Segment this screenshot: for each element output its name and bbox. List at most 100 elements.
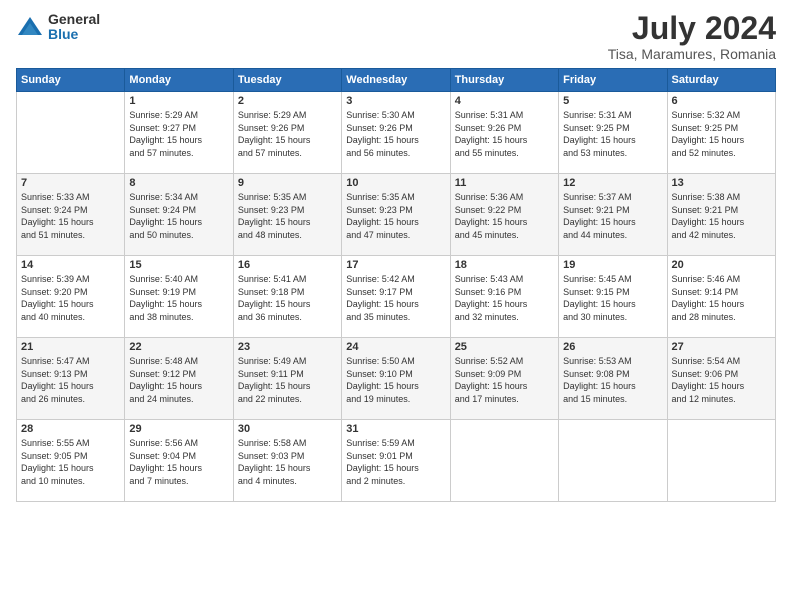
logo-general: General [48, 11, 100, 27]
day-info: Sunrise: 5:33 AM Sunset: 9:24 PM Dayligh… [21, 191, 120, 241]
day-number: 28 [21, 423, 120, 435]
day-number: 18 [455, 259, 554, 271]
calendar-week-row: 1 Sunrise: 5:29 AM Sunset: 9:27 PM Daylig… [17, 92, 776, 174]
day-number: 30 [238, 423, 337, 435]
day-info: Sunrise: 5:31 AM Sunset: 9:26 PM Dayligh… [455, 109, 554, 159]
header: General Blue July 2024 Tisa, Maramures, … [16, 12, 776, 62]
col-tuesday: Tuesday [233, 69, 341, 92]
table-row: 14 Sunrise: 5:39 AM Sunset: 9:20 PM Dayli… [17, 256, 125, 338]
day-info: Sunrise: 5:55 AM Sunset: 9:05 PM Dayligh… [21, 437, 120, 487]
table-row: 20Sunrise: 5:46 AM Sunset: 9:14 PM Dayli… [667, 256, 775, 338]
day-info: Sunrise: 5:52 AM Sunset: 9:09 PM Dayligh… [455, 355, 554, 405]
table-row: 25 Sunrise: 5:52 AM Sunset: 9:09 PM Dayli… [450, 338, 558, 420]
day-info: Sunrise: 5:43 AM Sunset: 9:16 PM Dayligh… [455, 273, 554, 323]
day-info: Sunrise: 5:41 AM Sunset: 9:18 PM Dayligh… [238, 273, 337, 323]
day-number: 26 [563, 341, 662, 353]
day-info: Sunrise: 5:45 AM Sunset: 9:15 PM Dayligh… [563, 273, 662, 323]
day-number: 12 [563, 177, 662, 189]
day-number: 16 [238, 259, 337, 271]
day-number: 5 [563, 95, 662, 107]
day-info: Sunrise: 5:35 AM Sunset: 9:23 PM Dayligh… [238, 191, 337, 241]
day-number: 9 [238, 177, 337, 189]
month-year-title: July 2024 [608, 12, 776, 44]
table-row: 28 Sunrise: 5:55 AM Sunset: 9:05 PM Dayli… [17, 420, 125, 502]
day-number: 10 [346, 177, 445, 189]
day-number: 31 [346, 423, 445, 435]
day-info: Sunrise: 5:47 AM Sunset: 9:13 PM Dayligh… [21, 355, 120, 405]
table-row: 10 Sunrise: 5:35 AM Sunset: 9:23 PM Dayli… [342, 174, 450, 256]
day-number: 29 [129, 423, 228, 435]
table-row: 19 Sunrise: 5:45 AM Sunset: 9:15 PM Dayli… [559, 256, 667, 338]
day-number: 27 [672, 341, 771, 353]
day-info: Sunrise: 5:39 AM Sunset: 9:20 PM Dayligh… [21, 273, 120, 323]
table-row: 29 Sunrise: 5:56 AM Sunset: 9:04 PM Dayli… [125, 420, 233, 502]
col-friday: Friday [559, 69, 667, 92]
logo: General Blue [16, 12, 100, 43]
table-row: 17Sunrise: 5:42 AM Sunset: 9:17 PM Dayli… [342, 256, 450, 338]
table-row: 2Sunrise: 5:29 AM Sunset: 9:26 PM Daylig… [233, 92, 341, 174]
day-number: 14 [21, 259, 120, 271]
calendar-week-row: 21Sunrise: 5:47 AM Sunset: 9:13 PM Dayli… [17, 338, 776, 420]
table-row: 16 Sunrise: 5:41 AM Sunset: 9:18 PM Dayli… [233, 256, 341, 338]
day-info: Sunrise: 5:37 AM Sunset: 9:21 PM Dayligh… [563, 191, 662, 241]
calendar-week-row: 7 Sunrise: 5:33 AM Sunset: 9:24 PM Daylig… [17, 174, 776, 256]
calendar-week-row: 28 Sunrise: 5:55 AM Sunset: 9:05 PM Dayli… [17, 420, 776, 502]
day-info: Sunrise: 5:31 AM Sunset: 9:25 PM Dayligh… [563, 109, 662, 159]
table-row: 31 Sunrise: 5:59 AM Sunset: 9:01 PM Dayli… [342, 420, 450, 502]
day-info: Sunrise: 5:32 AM Sunset: 9:25 PM Dayligh… [672, 109, 771, 159]
col-monday: Monday [125, 69, 233, 92]
day-info: Sunrise: 5:30 AM Sunset: 9:26 PM Dayligh… [346, 109, 445, 159]
table-row: 11Sunrise: 5:36 AM Sunset: 9:22 PM Dayli… [450, 174, 558, 256]
table-row: 13 Sunrise: 5:38 AM Sunset: 9:21 PM Dayli… [667, 174, 775, 256]
table-row [17, 92, 125, 174]
table-row: 21Sunrise: 5:47 AM Sunset: 9:13 PM Dayli… [17, 338, 125, 420]
day-number: 20 [672, 259, 771, 271]
day-info: Sunrise: 5:50 AM Sunset: 9:10 PM Dayligh… [346, 355, 445, 405]
day-info: Sunrise: 5:40 AM Sunset: 9:19 PM Dayligh… [129, 273, 228, 323]
day-number: 3 [346, 95, 445, 107]
logo-text: General Blue [48, 12, 100, 43]
calendar-week-row: 14 Sunrise: 5:39 AM Sunset: 9:20 PM Dayli… [17, 256, 776, 338]
day-number: 25 [455, 341, 554, 353]
day-info: Sunrise: 5:36 AM Sunset: 9:22 PM Dayligh… [455, 191, 554, 241]
day-info: Sunrise: 5:58 AM Sunset: 9:03 PM Dayligh… [238, 437, 337, 487]
col-sunday: Sunday [17, 69, 125, 92]
table-row: 27Sunrise: 5:54 AM Sunset: 9:06 PM Dayli… [667, 338, 775, 420]
logo-blue: Blue [48, 26, 78, 42]
day-info: Sunrise: 5:29 AM Sunset: 9:27 PM Dayligh… [129, 109, 228, 159]
day-info: Sunrise: 5:34 AM Sunset: 9:24 PM Dayligh… [129, 191, 228, 241]
table-row: 3 Sunrise: 5:30 AM Sunset: 9:26 PM Daylig… [342, 92, 450, 174]
day-number: 22 [129, 341, 228, 353]
day-info: Sunrise: 5:49 AM Sunset: 9:11 PM Dayligh… [238, 355, 337, 405]
day-number: 24 [346, 341, 445, 353]
table-row [450, 420, 558, 502]
day-info: Sunrise: 5:29 AM Sunset: 9:26 PM Dayligh… [238, 109, 337, 159]
day-info: Sunrise: 5:42 AM Sunset: 9:17 PM Dayligh… [346, 273, 445, 323]
day-info: Sunrise: 5:56 AM Sunset: 9:04 PM Dayligh… [129, 437, 228, 487]
day-info: Sunrise: 5:48 AM Sunset: 9:12 PM Dayligh… [129, 355, 228, 405]
day-number: 15 [129, 259, 228, 271]
day-number: 7 [21, 177, 120, 189]
day-info: Sunrise: 5:38 AM Sunset: 9:21 PM Dayligh… [672, 191, 771, 241]
day-number: 19 [563, 259, 662, 271]
col-wednesday: Wednesday [342, 69, 450, 92]
col-thursday: Thursday [450, 69, 558, 92]
day-number: 1 [129, 95, 228, 107]
table-row: 23 Sunrise: 5:49 AM Sunset: 9:11 PM Dayli… [233, 338, 341, 420]
table-row: 6 Sunrise: 5:32 AM Sunset: 9:25 PM Daylig… [667, 92, 775, 174]
table-row: 18 Sunrise: 5:43 AM Sunset: 9:16 PM Dayli… [450, 256, 558, 338]
day-number: 6 [672, 95, 771, 107]
table-row [559, 420, 667, 502]
day-info: Sunrise: 5:59 AM Sunset: 9:01 PM Dayligh… [346, 437, 445, 487]
table-row: 12 Sunrise: 5:37 AM Sunset: 9:21 PM Dayli… [559, 174, 667, 256]
col-saturday: Saturday [667, 69, 775, 92]
table-row: 4Sunrise: 5:31 AM Sunset: 9:26 PM Daylig… [450, 92, 558, 174]
table-row: 22 Sunrise: 5:48 AM Sunset: 9:12 PM Dayli… [125, 338, 233, 420]
day-info: Sunrise: 5:53 AM Sunset: 9:08 PM Dayligh… [563, 355, 662, 405]
day-number: 13 [672, 177, 771, 189]
day-number: 23 [238, 341, 337, 353]
table-row [667, 420, 775, 502]
day-info: Sunrise: 5:35 AM Sunset: 9:23 PM Dayligh… [346, 191, 445, 241]
calendar-header-row: Sunday Monday Tuesday Wednesday Thursday… [17, 69, 776, 92]
location-text: Tisa, Maramures, Romania [608, 46, 776, 62]
